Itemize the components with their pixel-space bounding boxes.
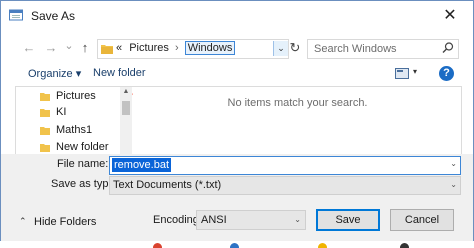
breadcrumb-separator[interactable]: › (175, 42, 179, 54)
pictures-folder-icon (40, 93, 50, 101)
search-input[interactable]: Search Windows (314, 43, 397, 55)
refresh-button[interactable]: ↻ (288, 40, 302, 56)
navpane-item-label: KI (56, 106, 67, 118)
app-icon (230, 243, 239, 248)
folder-icon (101, 45, 113, 54)
new-folder-button[interactable]: New folder (93, 67, 146, 79)
navpane-item-label: New folder (56, 141, 109, 153)
navigation-pane: Pictures 📌 KI Maths1 New folder (16, 87, 133, 155)
navpane-item-label: Pictures (56, 90, 96, 102)
scroll-up-arrow-icon[interactable]: ▲ (120, 88, 132, 95)
organize-menu[interactable]: Organize ▾ (28, 67, 81, 80)
back-button[interactable]: ← (21, 40, 37, 56)
help-button[interactable]: ? (439, 66, 454, 81)
save-button[interactable]: Save (316, 209, 380, 231)
file-name-label: File name: (57, 158, 109, 170)
title-bar: Save As ✕ (1, 1, 473, 31)
save-as-type-select[interactable]: Text Documents (*.txt) ⌄ (109, 176, 461, 195)
hide-folders-label: Hide Folders (34, 216, 97, 228)
window-title: Save As (31, 9, 76, 23)
save-as-type-value: Text Documents (*.txt) (113, 179, 222, 191)
encoding-value: ANSI (201, 214, 227, 226)
scrollbar-thumb[interactable] (122, 101, 130, 115)
navpane-item-label: Maths1 (56, 124, 93, 136)
save-as-type-label: Save as type: (51, 178, 118, 190)
forward-button[interactable]: → (43, 40, 59, 56)
search-icon (442, 42, 454, 53)
encoding-select[interactable]: ANSI ⌄ (196, 210, 306, 230)
breadcrumb-overflow[interactable]: « (116, 42, 122, 54)
content-area: Pictures 📌 KI Maths1 New folder (15, 86, 462, 155)
view-options-icon[interactable] (395, 68, 409, 79)
app-icon (153, 243, 162, 248)
up-button[interactable]: ↑ (77, 40, 93, 56)
view-dropdown-button[interactable]: ▾ (413, 67, 417, 76)
breadcrumb: « Pictures › Windows (116, 41, 236, 55)
empty-state-message: No items match your search. (227, 97, 368, 109)
file-name-field[interactable]: remove.bat ⌄ (109, 156, 461, 175)
breadcrumb-windows[interactable]: Windows (184, 41, 236, 55)
breadcrumb-pictures[interactable]: Pictures (129, 42, 169, 54)
search-box[interactable]: Search Windows (307, 39, 459, 59)
background-taskbar-strip (0, 241, 474, 248)
close-button[interactable]: ✕ (435, 4, 465, 28)
navigation-bar: ← → ⌄ ↑ « Pictures › Windows ⌄ ↻ Search … (1, 37, 473, 61)
recent-locations-button[interactable]: ⌄ (61, 38, 77, 54)
folder-icon (40, 127, 50, 135)
encoding-label: Encoding: (153, 214, 202, 226)
chevron-down-icon: ⌄ (294, 215, 301, 224)
save-form-panel: File name: remove.bat ⌄ Save as type: Te… (1, 154, 473, 247)
file-list-pane[interactable]: No items match your search. (134, 87, 461, 155)
file-name-value[interactable]: remove.bat (112, 158, 172, 172)
folder-icon (40, 109, 50, 117)
address-dropdown-button[interactable]: ⌄ (273, 41, 288, 56)
chevron-down-icon: ⌄ (450, 180, 457, 189)
app-icon (318, 243, 327, 248)
command-bar: Organize ▾ New folder ▾ ? (1, 64, 473, 84)
notepad-icon (9, 9, 23, 21)
app-icon (400, 243, 409, 248)
file-name-dropdown-icon[interactable]: ⌄ (450, 159, 457, 168)
navpane-scrollbar[interactable]: ▲ (120, 87, 132, 155)
folder-icon (40, 144, 50, 152)
chevron-up-icon: ⌃ (19, 216, 27, 226)
address-bar[interactable]: « Pictures › Windows ⌄ (97, 39, 289, 59)
save-as-dialog: Save As ✕ ← → ⌄ ↑ « Pictures › Windows ⌄… (0, 0, 474, 248)
cancel-button[interactable]: Cancel (390, 209, 454, 231)
